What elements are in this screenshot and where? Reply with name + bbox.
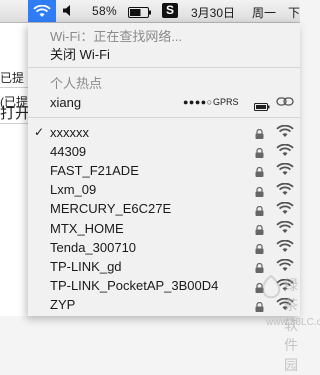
lock-icon bbox=[255, 260, 264, 274]
background-window: 已提 (已提) 打开 bbox=[0, 23, 29, 316]
network-item[interactable]: FAST_F21ADE bbox=[28, 161, 300, 179]
watermark-logo bbox=[260, 274, 282, 306]
background-text: 打开 bbox=[0, 105, 29, 122]
network-name: MERCURY_E6C27E bbox=[50, 201, 172, 217]
lock-icon bbox=[255, 203, 264, 216]
volume-icon[interactable] bbox=[62, 4, 76, 20]
network-item[interactable]: MTX_HOME bbox=[28, 219, 300, 237]
battery-icon[interactable] bbox=[128, 6, 152, 21]
lock-icon bbox=[255, 241, 264, 255]
turn-wifi-off-label: 关闭 Wi-Fi bbox=[50, 46, 110, 62]
lock-icon bbox=[255, 184, 264, 197]
hotspot-item-xiang[interactable]: xiang ●●●●○ GPRS bbox=[28, 93, 300, 111]
lock-icon bbox=[255, 145, 264, 159]
wifi-signal-icon bbox=[276, 182, 294, 196]
hotspot-signal-dots: ●●●●○ bbox=[183, 97, 213, 107]
personal-hotspot-header-label: 个人热点 bbox=[50, 75, 103, 91]
network-item[interactable]: Tenda_300710 bbox=[28, 238, 300, 256]
menubar-clock-partial[interactable]: 下 bbox=[288, 4, 300, 21]
menubar-date[interactable]: 3月30日 bbox=[191, 4, 235, 21]
wifi-status-row: Wi-Fi：正在查找网络... bbox=[28, 26, 300, 44]
hotspot-battery-icon bbox=[254, 98, 270, 116]
wifi-status-text: Wi-Fi：正在查找网络... bbox=[50, 28, 183, 44]
network-item[interactable]: ✓ xxxxxx bbox=[28, 123, 300, 141]
menu-bar: 58% S 3月30日 周一 下 bbox=[0, 0, 300, 23]
network-item[interactable]: Lxm_09 bbox=[28, 181, 300, 199]
network-item[interactable]: 44309 bbox=[28, 142, 300, 160]
checkmark-icon: ✓ bbox=[34, 125, 45, 139]
s-app-icon[interactable]: S bbox=[162, 3, 178, 18]
lock-icon bbox=[255, 222, 264, 235]
background-text: 已提 bbox=[0, 71, 25, 85]
network-item[interactable]: MERCURY_E6C27E bbox=[28, 200, 300, 218]
network-name: MTX_HOME bbox=[50, 220, 124, 236]
hotspot-name: xiang bbox=[50, 94, 82, 110]
wifi-menu-extra-icon[interactable] bbox=[28, 0, 56, 22]
background-divider bbox=[0, 123, 28, 124]
lock-icon bbox=[255, 164, 264, 178]
wifi-signal-icon bbox=[276, 239, 294, 253]
lock-icon bbox=[255, 126, 264, 139]
network-item[interactable]: TP-LINK_gd bbox=[28, 257, 300, 275]
network-name: TP-LINK_PocketAP_3B00D4 bbox=[50, 278, 219, 294]
network-name: 44309 bbox=[50, 143, 87, 159]
wifi-signal-icon bbox=[276, 259, 294, 272]
menubar-weekday[interactable]: 周一 bbox=[252, 4, 276, 21]
network-name: xxxxxx bbox=[50, 124, 89, 140]
battery-percent: 58% bbox=[92, 4, 117, 18]
background-divider bbox=[0, 87, 28, 88]
network-name: FAST_F21ADE bbox=[50, 162, 139, 178]
wifi-signal-icon bbox=[276, 143, 294, 157]
wifi-signal-icon bbox=[276, 124, 294, 138]
menu-separator bbox=[28, 117, 300, 118]
network-name: Lxm_09 bbox=[50, 182, 97, 198]
wifi-signal-icon bbox=[276, 220, 294, 234]
wifi-signal-icon bbox=[276, 163, 294, 176]
watermark-url: www.33LC.com bbox=[266, 317, 320, 328]
network-name: Tenda_300710 bbox=[50, 239, 137, 255]
menu-separator bbox=[28, 67, 300, 68]
network-name: ZYP bbox=[50, 297, 76, 313]
hotspot-link-icon bbox=[276, 95, 294, 113]
wifi-dropdown-menu: Wi-Fi：正在查找网络... 关闭 Wi-Fi 个人热点 xiang ●●●●… bbox=[28, 23, 320, 373]
personal-hotspot-header: 个人热点 bbox=[28, 73, 300, 91]
turn-wifi-off-item[interactable]: 关闭 Wi-Fi bbox=[28, 44, 300, 62]
network-name: TP-LINK_gd bbox=[50, 258, 122, 274]
hotspot-network-type: GPRS bbox=[213, 97, 239, 107]
wifi-signal-icon bbox=[276, 201, 294, 215]
